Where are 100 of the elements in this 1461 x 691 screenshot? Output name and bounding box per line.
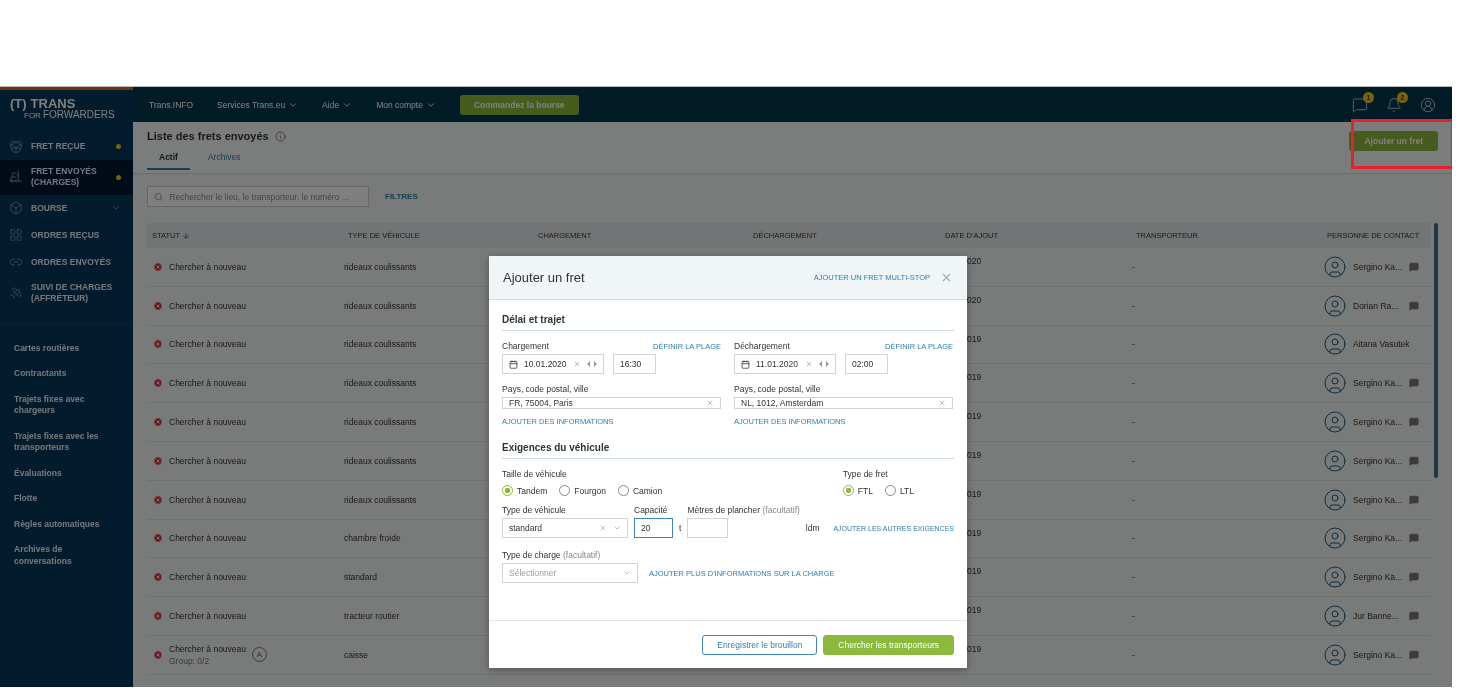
avatar-icon: [1323, 332, 1347, 357]
message-icon[interactable]: [1409, 455, 1419, 466]
field-label: Pays, code postal, ville: [734, 384, 821, 394]
date-field[interactable]: 11.01.2020: [734, 354, 836, 374]
brand-logo[interactable]: (T) TRANS FOR FORWARDERS: [0, 90, 133, 125]
dialog-title: Ajouter un fret: [503, 270, 586, 285]
radio-icon[interactable]: [617, 485, 629, 496]
sidebar-link[interactable]: Cartes routières: [0, 335, 133, 362]
box-icon: [9, 201, 23, 216]
radio-option[interactable]: FTL: [842, 485, 873, 496]
vehicle-type-cell: rideaux coulissants: [344, 261, 417, 272]
message-icon[interactable]: [1409, 649, 1419, 660]
error-icon: [153, 300, 163, 311]
menu-item[interactable]: Aide: [322, 99, 353, 110]
clear-icon[interactable]: [706, 399, 714, 407]
floor-meters-field[interactable]: [687, 518, 729, 538]
save-draft-button[interactable]: Enregistrer le brouillon: [702, 634, 818, 655]
carrier-cell: -: [1132, 417, 1135, 428]
dropdown-icon: [613, 524, 621, 532]
sidebar-link[interactable]: Flotte: [0, 486, 133, 512]
status-text: Chercher à nouveau: [169, 533, 247, 544]
radio-option[interactable]: Tandem: [502, 485, 548, 496]
field-label: Chargement: [502, 341, 549, 351]
chat-icon[interactable]: [1352, 96, 1368, 113]
date-cell: 020: [967, 256, 982, 266]
status-text: Chercher à nouveau: [169, 300, 247, 311]
menu-item[interactable]: Mon compte: [376, 99, 436, 110]
account-icon[interactable]: [1420, 96, 1436, 113]
clear-icon[interactable]: [573, 360, 581, 368]
message-icon[interactable]: [1409, 417, 1419, 428]
unit-label: ldm: [805, 523, 820, 535]
search-carriers-button[interactable]: Chercher les transporteurs: [823, 634, 954, 655]
vehicle-type-cell: caisse: [344, 649, 369, 660]
radio-icon[interactable]: [559, 485, 571, 496]
sort-icon: [182, 231, 191, 240]
date-cell: 020: [967, 294, 982, 305]
avatar-icon: [1323, 254, 1347, 279]
load-type-select[interactable]: Sélectionner: [502, 563, 638, 583]
sidebar-item[interactable]: SUIVI DE CHARGES (AFFRÉTEUR): [0, 275, 133, 311]
clear-icon[interactable]: [938, 399, 946, 407]
contact-name: Sergino Ka...: [1353, 572, 1403, 583]
carrier-cell: -: [1132, 455, 1135, 466]
tab[interactable]: Actif: [147, 152, 190, 170]
time-field[interactable]: 16:30: [613, 354, 656, 374]
error-icon: [153, 494, 163, 505]
place-field[interactable]: NL, 1012, Amsterdam: [734, 397, 953, 409]
date-field[interactable]: 10.01.2020: [502, 354, 604, 374]
message-icon[interactable]: [1409, 378, 1419, 389]
message-icon[interactable]: [1409, 261, 1419, 272]
menu-item[interactable]: Services Trans.eu: [217, 99, 299, 110]
place-field[interactable]: FR, 75004, Paris: [502, 397, 721, 409]
filters-link[interactable]: FILTRES: [385, 192, 418, 201]
clear-icon[interactable]: [805, 360, 813, 368]
bell-icon[interactable]: [1386, 96, 1402, 113]
vehicle-type-cell: rideaux coulissants: [344, 339, 417, 350]
info-icon[interactable]: [274, 130, 286, 142]
sidebar-link[interactable]: Règles automatiques: [0, 511, 133, 538]
message-icon[interactable]: [1409, 533, 1419, 544]
vehicle-type-cell: rideaux coulissants: [344, 494, 417, 505]
message-icon[interactable]: [1409, 572, 1419, 583]
status-dot: [116, 144, 121, 149]
radio-icon[interactable]: [842, 485, 854, 496]
message-icon[interactable]: [1409, 300, 1419, 311]
error-icon: [153, 378, 163, 389]
search-icon: [154, 191, 164, 202]
status-text: Chercher à nouveau: [169, 643, 247, 654]
sidebar-link[interactable]: Contractants: [0, 361, 133, 387]
date-cell: 019: [967, 605, 982, 616]
field-label: Type de véhicule: [502, 505, 566, 515]
stepper-icon[interactable]: [587, 361, 597, 367]
message-icon[interactable]: [1409, 494, 1419, 505]
radio-icon[interactable]: [884, 485, 896, 496]
menu-item[interactable]: Trans.INFO: [149, 99, 194, 110]
sidebar-item[interactable]: ORDRES REÇUS: [0, 221, 133, 249]
sidebar-link[interactable]: Trajets fixes avec les transporteurs: [0, 423, 133, 461]
message-icon[interactable]: [1409, 611, 1419, 622]
capacity-field[interactable]: 20: [634, 518, 673, 538]
date-cell: 019: [967, 643, 982, 654]
vehicle-type-select[interactable]: standard: [502, 518, 628, 538]
sidebar-link[interactable]: Archives de conversations: [0, 537, 133, 575]
date-cell: 019: [967, 488, 982, 499]
radio-option[interactable]: Fourgon: [559, 485, 606, 496]
sidebar-link[interactable]: Trajets fixes avec chargeurs: [0, 386, 133, 424]
close-button[interactable]: [940, 271, 953, 284]
sidebar-item[interactable]: ORDRES ENVOYÉS: [0, 248, 133, 276]
sidebar-item[interactable]: FRET ENVOYÉS (CHARGES): [0, 160, 133, 195]
stepper-icon[interactable]: [819, 361, 829, 367]
vehicle-type-cell: rideaux coulissants: [344, 378, 417, 389]
radio-icon[interactable]: [502, 485, 513, 496]
error-icon: [153, 339, 163, 350]
time-field[interactable]: 02:00: [845, 354, 888, 374]
scrollbar[interactable]: [1434, 223, 1438, 478]
sidebar-item[interactable]: FRET REÇUE: [0, 133, 133, 160]
carrier-cell: -: [1132, 494, 1135, 505]
radio-option[interactable]: LTL: [884, 485, 914, 496]
radio-option[interactable]: Camion: [617, 485, 663, 496]
sidebar-link[interactable]: Évaluations: [0, 460, 133, 487]
clear-icon[interactable]: [599, 524, 607, 532]
avatar-icon: [1323, 642, 1347, 667]
tab[interactable]: Archives: [195, 152, 253, 170]
